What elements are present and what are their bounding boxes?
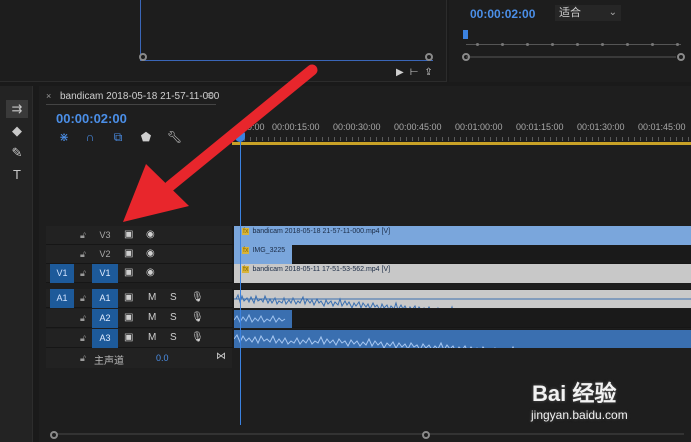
watermark-logo: Bai 经验 [532, 381, 617, 406]
watermark-url: jingyan.baidu.com [531, 408, 628, 422]
